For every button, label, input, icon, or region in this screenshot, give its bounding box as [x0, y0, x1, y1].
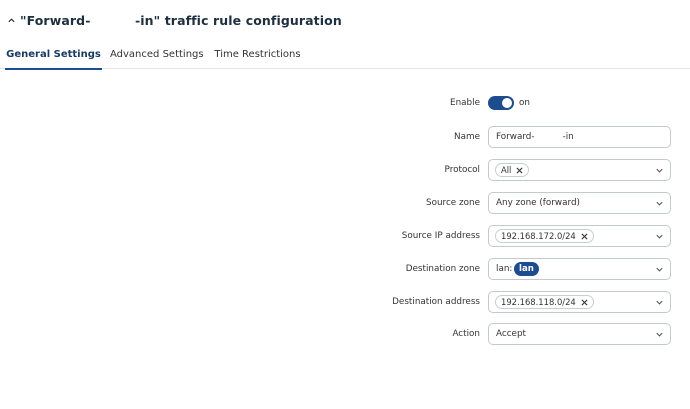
enable-toggle[interactable]: [488, 96, 514, 110]
chevron-down-icon: [655, 265, 664, 274]
chevron-down-icon: [655, 298, 664, 307]
source-ip-chip-label: 192.168.172.0/24: [501, 231, 576, 241]
name-input[interactable]: [488, 126, 671, 148]
action-row: Action Accept: [0, 323, 690, 345]
tab-general-settings[interactable]: General Settings: [5, 44, 102, 70]
destination-address-label: Destination address: [392, 297, 480, 307]
protocol-label: Protocol: [444, 165, 480, 175]
source-zone-row: Source zone Any zone (forward): [0, 192, 690, 214]
name-label: Name: [454, 132, 480, 142]
protocol-chip-label: All: [501, 165, 512, 175]
destination-address-row: Destination address 192.168.118.0/24: [0, 291, 690, 313]
chevron-up-icon[interactable]: [6, 15, 16, 25]
destination-address-select[interactable]: 192.168.118.0/24: [488, 291, 671, 313]
destination-zone-row: Destination zone lan: lan: [0, 258, 690, 280]
source-zone-value: Any zone (forward): [496, 198, 580, 208]
protocol-chip: All: [495, 163, 530, 177]
tab-advanced-settings[interactable]: Advanced Settings: [110, 44, 204, 69]
destination-zone-prefix: lan:: [496, 264, 513, 274]
page-title: "Forward- -in" traffic rule configuratio…: [20, 12, 342, 28]
source-ip-label: Source IP address: [401, 231, 480, 241]
section-header: "Forward- -in" traffic rule configuratio…: [6, 11, 342, 29]
toggle-knob: [502, 98, 512, 108]
protocol-row: Protocol All: [0, 159, 690, 181]
source-ip-select[interactable]: 192.168.172.0/24: [488, 225, 671, 247]
chevron-down-icon: [655, 330, 664, 339]
close-icon[interactable]: [581, 298, 588, 306]
chevron-down-icon: [655, 199, 664, 208]
tab-time-restrictions[interactable]: Time Restrictions: [214, 44, 301, 69]
enable-state-text: on: [519, 98, 530, 108]
destination-zone-badge: lan: [514, 262, 539, 276]
protocol-select[interactable]: All: [488, 159, 671, 181]
action-label: Action: [452, 329, 480, 339]
close-icon[interactable]: [516, 166, 523, 174]
enable-row: Enable on: [0, 92, 690, 114]
source-zone-select[interactable]: Any zone (forward): [488, 192, 671, 214]
enable-label: Enable: [450, 98, 480, 108]
source-ip-chip: 192.168.172.0/24: [495, 229, 594, 243]
action-select[interactable]: Accept: [488, 323, 671, 345]
source-ip-row: Source IP address 192.168.172.0/24: [0, 225, 690, 247]
destination-address-chip: 192.168.118.0/24: [495, 295, 594, 309]
tab-bar: General Settings Advanced Settings Time …: [0, 44, 690, 70]
name-row: Name: [0, 126, 690, 148]
destination-zone-label: Destination zone: [405, 264, 480, 274]
destination-zone-select[interactable]: lan: lan: [488, 258, 671, 280]
destination-address-chip-label: 192.168.118.0/24: [501, 297, 576, 307]
chevron-down-icon: [655, 166, 664, 175]
action-value: Accept: [496, 329, 526, 339]
close-icon[interactable]: [581, 232, 588, 240]
source-zone-label: Source zone: [426, 198, 480, 208]
chevron-down-icon: [655, 232, 664, 241]
